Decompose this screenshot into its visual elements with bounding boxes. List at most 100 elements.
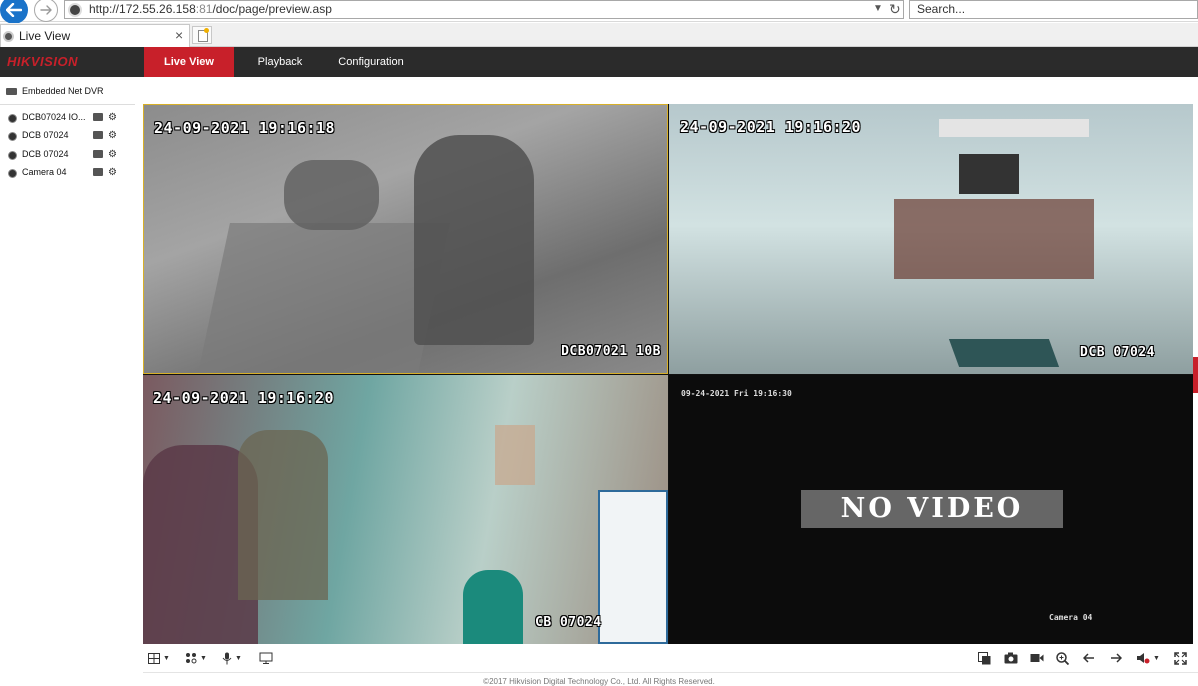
chevron-down-icon: ▼ (200, 654, 207, 662)
video-timestamp: 09-24-2021 Fri 19:16:30 (681, 389, 792, 398)
fullscreen-icon (1174, 651, 1187, 665)
new-tab-button[interactable] (192, 26, 212, 44)
url-text: http://172.55.26.158:81/doc/page/preview… (89, 2, 332, 16)
scene-signboard (598, 490, 668, 644)
live-view-toolbar: ▼ ▼ ▼ ▼ (143, 645, 1198, 673)
scene-person (284, 160, 379, 230)
scene-shelf (894, 199, 1094, 279)
record-all-button[interactable] (1030, 651, 1044, 665)
video-window-3[interactable]: 24-09-2021 19:16:20 CB 07024 (143, 375, 668, 644)
arrow-right-icon (1111, 653, 1122, 663)
nav-configuration[interactable]: Configuration (326, 47, 416, 77)
forward-button[interactable] (34, 0, 58, 22)
video-record-icon (1030, 654, 1044, 662)
record-icon[interactable] (93, 113, 103, 121)
stop-all-icon (978, 651, 991, 664)
capture-button[interactable] (1004, 651, 1018, 665)
previous-page-button[interactable] (1083, 651, 1095, 665)
camera-sidebar: Embedded Net DVR DCB07024 IO... ⚙ DCB 07… (0, 77, 135, 685)
hikvision-logo: HIKVISION (7, 54, 78, 69)
sidebar-divider (0, 104, 135, 105)
no-video-label: NO VIDEO (801, 490, 1063, 528)
ptz-icon[interactable]: ⚙ (108, 112, 120, 123)
scene-person (238, 430, 328, 600)
scene-person (463, 570, 523, 644)
chevron-down-icon: ▼ (163, 654, 170, 662)
nav-playback[interactable]: Playback (240, 47, 320, 77)
video-timestamp: 24-09-2021 19:16:20 (680, 118, 862, 136)
camera-icon (8, 169, 17, 178)
tab-live-view[interactable]: Live View × (0, 24, 190, 47)
stream-type-button[interactable]: ▼ (185, 651, 207, 665)
tab-title: Live View (19, 29, 71, 43)
search-placeholder: Search... (917, 2, 966, 16)
camera-item-2[interactable]: DCB 07024 ⚙ (8, 129, 130, 143)
refresh-icon[interactable]: ↻ (889, 1, 901, 18)
stop-all-button[interactable] (978, 651, 991, 665)
video-camera-name: DCB 07024 (1080, 345, 1155, 360)
fullscreen-button[interactable] (1174, 651, 1187, 665)
microphone-icon (222, 652, 232, 664)
ptz-icon[interactable]: ⚙ (108, 130, 120, 141)
chevron-down-icon: ▼ (235, 654, 242, 662)
scene-boxes (495, 425, 535, 485)
video-timestamp: 24-09-2021 19:16:20 (153, 389, 335, 407)
window-layout-button[interactable]: ▼ (148, 651, 170, 665)
record-icon[interactable] (93, 168, 103, 176)
video-window-1[interactable]: 24-09-2021 19:16:18 DCB07021 10B (143, 104, 668, 374)
camera-capture-icon (1004, 652, 1018, 664)
record-icon[interactable] (93, 131, 103, 139)
camera-icon (8, 151, 17, 160)
stream-icon (186, 653, 197, 664)
url-path: /doc/page/preview.asp (212, 2, 332, 16)
audio-button[interactable]: ▼ (222, 651, 242, 665)
scene-counter (198, 223, 450, 373)
grid-layout-icon (148, 652, 160, 664)
nav-live-view[interactable]: Live View (144, 47, 234, 77)
browser-address-bar: http://172.55.26.158:81/doc/page/preview… (0, 0, 1198, 24)
video-camera-name: DCB07021 10B (561, 344, 661, 359)
record-icon[interactable] (93, 150, 103, 158)
video-camera-name: CB 07024 (535, 615, 602, 630)
camera-label: DCB 07024 (22, 149, 69, 159)
camera-item-3[interactable]: DCB 07024 ⚙ (8, 148, 130, 162)
url-port: :81 (195, 2, 213, 16)
video-camera-name: Camera 04 (1049, 613, 1093, 622)
zoom-icon (1056, 651, 1069, 665)
scene-mat (948, 339, 1060, 367)
camera-label: DCB07024 IO... (22, 112, 86, 122)
back-arrow-icon (6, 3, 22, 17)
video-window-2[interactable]: 24-09-2021 19:16:20 DCB 07024 (669, 104, 1193, 374)
url-field[interactable]: http://172.55.26.158:81/doc/page/preview… (64, 0, 904, 19)
site-favicon-icon (68, 3, 82, 17)
camera-label: Camera 04 (22, 167, 67, 177)
ptz-icon[interactable]: ⚙ (108, 167, 120, 178)
scene-switchboard (939, 119, 1089, 137)
volume-button[interactable]: ▼ (1136, 651, 1160, 665)
app-header: HIKVISION Live View Playback Configurati… (0, 47, 1198, 77)
url-host: http://172.55.26.158 (89, 2, 196, 16)
video-window-4[interactable]: 09-24-2021 Fri 19:16:30 NO VIDEO Camera … (669, 375, 1193, 644)
side-handle[interactable] (1193, 357, 1198, 393)
ptz-icon[interactable]: ⚙ (108, 149, 120, 160)
camera-item-4[interactable]: Camera 04 ⚙ (8, 166, 130, 180)
camera-icon (8, 114, 17, 123)
monitor-icon (259, 652, 273, 664)
next-page-button[interactable] (1110, 651, 1122, 665)
video-timestamp: 24-09-2021 19:16:18 (154, 119, 336, 137)
browser-tab-strip: Live View × (0, 23, 1198, 47)
zoom-button[interactable] (1056, 651, 1069, 665)
arrow-left-icon (1083, 653, 1094, 663)
tab-close-icon[interactable]: × (175, 27, 183, 43)
camera-label: DCB 07024 (22, 130, 69, 140)
url-dropdown-icon[interactable]: ▼ (873, 3, 883, 14)
camera-item-1[interactable]: DCB07024 IO... ⚙ (8, 111, 130, 125)
video-grid: 24-09-2021 19:16:18 DCB07021 10B 24-09-2… (143, 104, 1193, 644)
back-button[interactable] (0, 0, 28, 24)
device-node[interactable]: Embedded Net DVR (6, 86, 104, 96)
browser-search-field[interactable]: Search... (909, 0, 1198, 19)
camera-icon (8, 132, 17, 141)
scene-device (959, 154, 1019, 194)
screen-button[interactable] (259, 651, 273, 665)
forward-arrow-icon (40, 5, 52, 15)
